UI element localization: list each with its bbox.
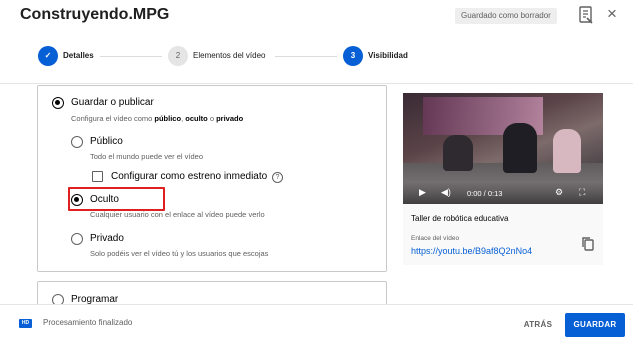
video-link-label: Enlace del vídeo (411, 235, 460, 242)
private-label[interactable]: Privado (90, 233, 124, 244)
unlisted-hint: Cualquier usuario con el enlace al vídeo… (90, 210, 265, 219)
step-divider (100, 56, 162, 57)
private-hint: Solo podéis ver el vídeo tú y los usuari… (90, 249, 269, 258)
step-visibilidad-number[interactable]: 3 (343, 46, 363, 66)
dialog-header: Construyendo.MPG Guardado como borrador … (0, 0, 633, 36)
step-detalles-check-icon[interactable]: ✓ (38, 46, 58, 66)
step-divider (275, 56, 337, 57)
video-time: 0:00 / 0:13 (467, 189, 503, 198)
help-icon[interactable]: ? (272, 172, 283, 183)
back-button[interactable]: ATRÁS (515, 313, 561, 337)
progress-stepper: ✓ Detalles 2 Elementos del vídeo 3 Visib… (0, 36, 633, 84)
video-link[interactable]: https://youtu.be/B9af8Q2nNo4 (411, 246, 532, 256)
unlisted-highlight-box (68, 187, 165, 211)
volume-icon[interactable]: ◀) (441, 186, 451, 198)
processing-status: Procesamiento finalizado (43, 318, 133, 327)
video-preview-card: ▶ ◀) 0:00 / 0:13 ⚙ ⛶ Taller de robótica … (403, 93, 603, 265)
save-publish-hint: Configura el vídeo como público, oculto … (71, 114, 244, 123)
save-publish-radio[interactable] (52, 97, 64, 109)
copy-icon[interactable] (581, 236, 595, 252)
public-radio[interactable] (71, 136, 83, 148)
dialog-footer: HD Procesamiento finalizado ATRÁS GUARDA… (0, 304, 633, 340)
draft-status-badge: Guardado como borrador (455, 8, 557, 24)
play-icon[interactable]: ▶ (419, 186, 426, 198)
video-player[interactable]: ▶ ◀) 0:00 / 0:13 ⚙ ⛶ (403, 93, 603, 204)
premiere-label[interactable]: Configurar como estreno inmediato (111, 171, 267, 182)
step-elementos-number[interactable]: 2 (168, 46, 188, 66)
feedback-icon[interactable] (578, 6, 594, 24)
video-title: Taller de robótica educativa (411, 214, 509, 223)
video-scene-person (503, 123, 537, 173)
video-scene-person (443, 135, 473, 171)
video-scene-person (553, 129, 581, 173)
step-visibilidad-label[interactable]: Visibilidad (368, 46, 408, 66)
step-detalles-label[interactable]: Detalles (63, 46, 94, 66)
page-title: Construyendo.MPG (20, 6, 170, 23)
public-hint: Todo el mundo puede ver el vídeo (90, 152, 203, 161)
private-radio[interactable] (71, 233, 83, 245)
player-controls: ▶ ◀) 0:00 / 0:13 ⚙ ⛶ (403, 182, 603, 204)
premiere-checkbox[interactable] (92, 171, 103, 182)
hd-processing-icon: HD (19, 319, 32, 328)
public-label[interactable]: Público (90, 136, 123, 147)
step-elementos-label[interactable]: Elementos del vídeo (193, 46, 266, 66)
settings-gear-icon[interactable]: ⚙ (555, 186, 563, 198)
fullscreen-icon[interactable]: ⛶ (579, 186, 585, 198)
save-publish-label[interactable]: Guardar o publicar (71, 97, 154, 108)
save-button[interactable]: GUARDAR (565, 313, 625, 337)
close-icon[interactable]: × (603, 5, 621, 23)
